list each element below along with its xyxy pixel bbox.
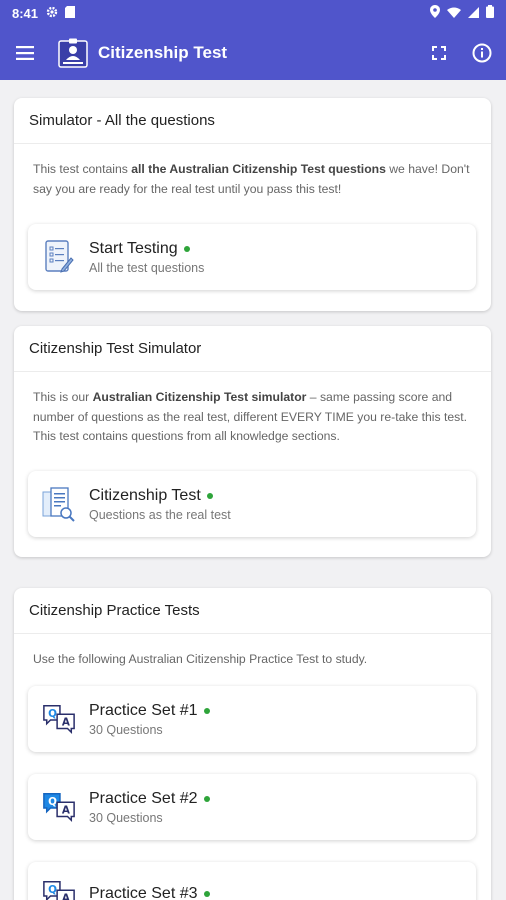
status-dot — [183, 245, 190, 252]
status-bar: 8:41 — [0, 0, 506, 26]
start-testing-button[interactable]: Start Testing All the test questions — [28, 224, 476, 290]
item-label: Practice Set #3 — [89, 884, 198, 900]
location-status-icon — [430, 5, 440, 21]
test-sheet-icon — [42, 485, 76, 523]
svg-text:Q: Q — [48, 708, 57, 720]
item-label: Citizenship Test — [89, 486, 201, 504]
wifi-status-icon — [447, 6, 461, 21]
qa-icon: Q A — [42, 876, 76, 900]
checklist-icon — [42, 238, 76, 276]
svg-text:A: A — [62, 805, 70, 817]
sd-card-status-icon — [65, 5, 76, 21]
app-title: Citizenship Test — [98, 43, 228, 62]
menu-icon[interactable] — [14, 42, 36, 64]
status-time: 8:41 — [12, 5, 39, 21]
qa-icon: Q A — [42, 788, 76, 826]
item-label: Practice Set #2 — [89, 789, 198, 807]
status-dot — [203, 795, 210, 802]
practice-set-2-button[interactable]: Q A Practice Set #2 30 Questions — [28, 774, 476, 840]
section-description: Use the following Australian Citizenship… — [33, 652, 368, 666]
battery-status-icon — [486, 5, 494, 21]
section-title: Citizenship Practice Tests — [14, 588, 491, 634]
signal-status-icon — [468, 6, 479, 21]
status-dot — [203, 890, 210, 897]
app-logo-icon — [58, 38, 88, 68]
section-title: Citizenship Test Simulator — [14, 326, 491, 372]
app-bar: Citizenship Test — [0, 26, 506, 80]
svg-text:Q: Q — [48, 796, 57, 808]
qa-icon: Q A — [42, 700, 76, 738]
item-label: Start Testing — [89, 239, 178, 257]
item-subtitle: Questions as the real test — [89, 507, 231, 522]
practice-set-3-button[interactable]: Q A Practice Set #3 — [28, 862, 476, 900]
settings-status-icon — [46, 6, 58, 21]
section-card-test-simulator: Citizenship Test Simulator This is our A… — [14, 326, 491, 557]
item-label: Practice Set #1 — [89, 701, 198, 719]
svg-text:A: A — [62, 717, 70, 729]
item-subtitle: 30 Questions — [89, 810, 163, 825]
section-description: This test contains all the Australian Ci… — [33, 162, 470, 196]
status-dot — [203, 707, 210, 714]
item-subtitle: All the test questions — [89, 260, 205, 275]
section-title: Simulator - All the questions — [14, 98, 491, 144]
item-subtitle: 30 Questions — [89, 722, 163, 737]
citizenship-test-button[interactable]: Citizenship Test Questions as the real t… — [28, 471, 476, 537]
info-icon[interactable] — [472, 43, 492, 63]
section-description: This is our Australian Citizenship Test … — [33, 390, 468, 443]
section-card-simulator-all: Simulator - All the questions This test … — [14, 98, 491, 311]
status-dot — [206, 492, 213, 499]
section-card-practice-tests: Citizenship Practice Tests Use the follo… — [14, 588, 491, 900]
practice-set-1-button[interactable]: Q A Practice Set #1 30 Questions — [28, 686, 476, 752]
fullscreen-icon[interactable] — [432, 46, 446, 60]
svg-text:Q: Q — [48, 884, 57, 896]
svg-text:A: A — [62, 893, 70, 900]
